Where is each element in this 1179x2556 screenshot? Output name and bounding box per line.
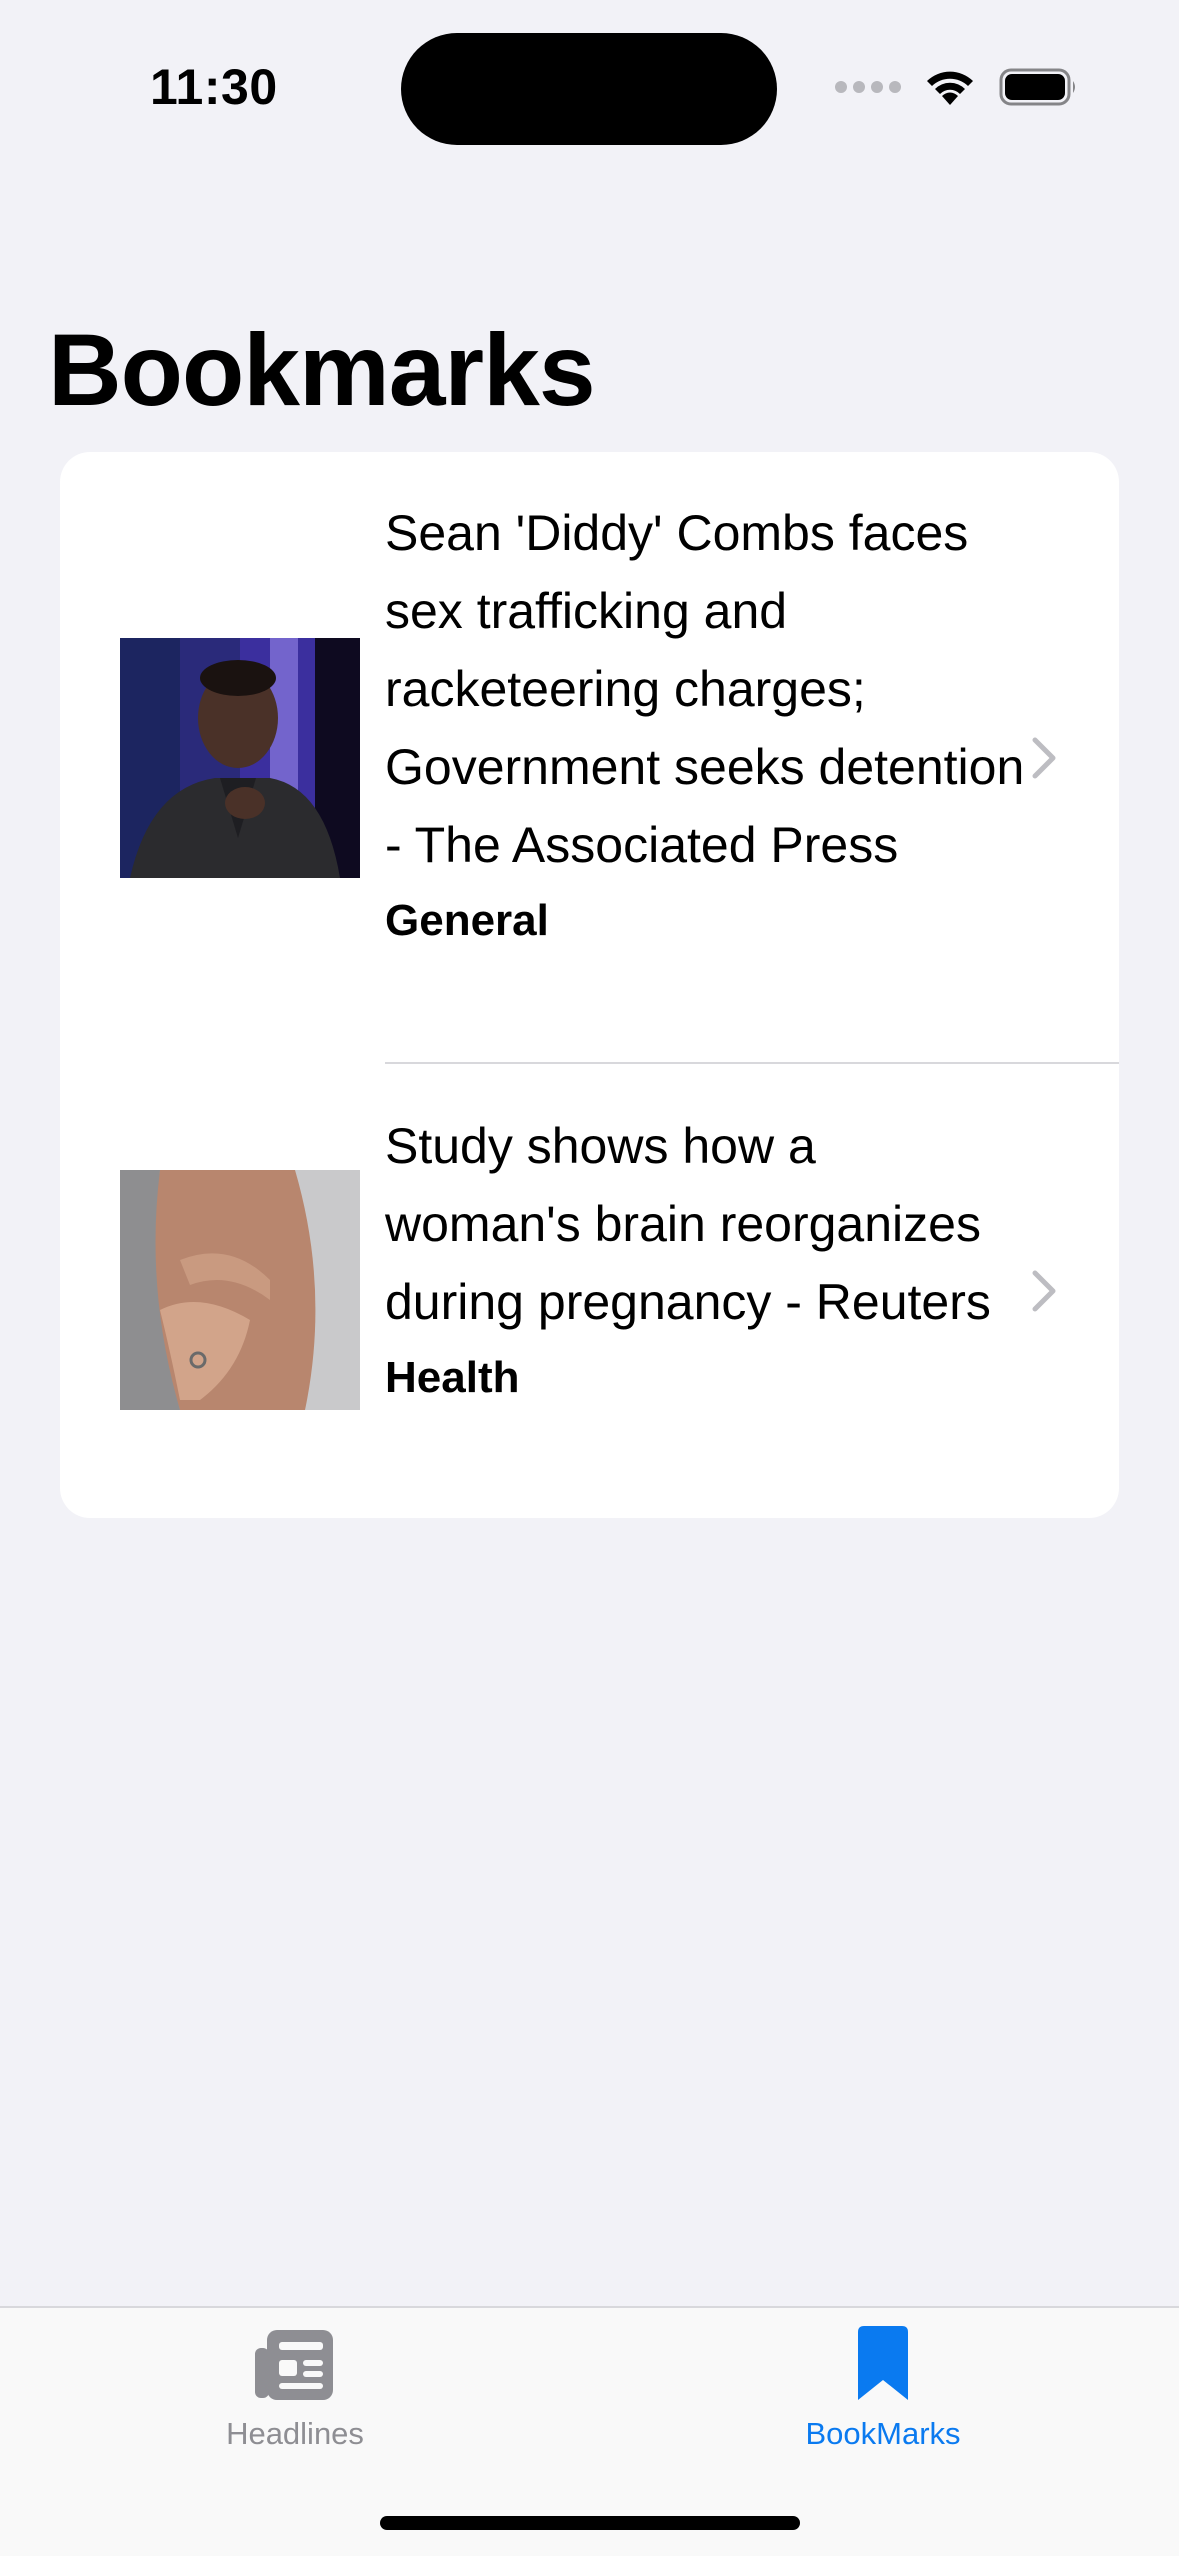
cellular-signal-icon (835, 81, 901, 93)
chevron-right-icon (1032, 737, 1056, 779)
battery-icon (999, 68, 1075, 106)
chevron-right-icon (1032, 1270, 1056, 1312)
tab-label: Headlines (226, 2416, 364, 2451)
bookmarks-list: Sean 'Diddy' Combs faces sex trafficking… (60, 452, 1119, 1518)
bookmarks-screen: 11:30 Bookmarks Sean 'Diddy' Combs faces… (0, 0, 1179, 2556)
article-thumbnail (120, 638, 360, 878)
bookmark-icon (858, 2326, 908, 2400)
status-time: 11:30 (150, 59, 278, 115)
article-headline: Sean 'Diddy' Combs faces sex trafficking… (385, 505, 1025, 873)
list-item[interactable]: Study shows how a woman's brain reorgani… (60, 1063, 1119, 1518)
tab-bookmarks[interactable]: BookMarks (733, 2308, 1033, 2458)
tab-label: BookMarks (805, 2416, 961, 2451)
article-headline: Study shows how a woman's brain reorgani… (385, 1118, 991, 1330)
list-item[interactable]: Sean 'Diddy' Combs faces sex trafficking… (60, 452, 1119, 1062)
home-indicator (380, 2516, 800, 2530)
tab-headlines[interactable]: Headlines (145, 2308, 445, 2458)
page-title: Bookmarks (48, 313, 596, 427)
article-thumbnail (120, 1170, 360, 1410)
article-category: General (385, 896, 549, 945)
wifi-icon (927, 71, 973, 105)
dynamic-island (401, 33, 777, 145)
article-text: Study shows how a woman's brain reorgani… (385, 1107, 1025, 1407)
article-text: Sean 'Diddy' Combs faces sex trafficking… (385, 494, 1025, 950)
newspaper-icon (255, 2330, 333, 2400)
article-category: Health (385, 1353, 520, 1402)
status-icons (835, 66, 1079, 108)
